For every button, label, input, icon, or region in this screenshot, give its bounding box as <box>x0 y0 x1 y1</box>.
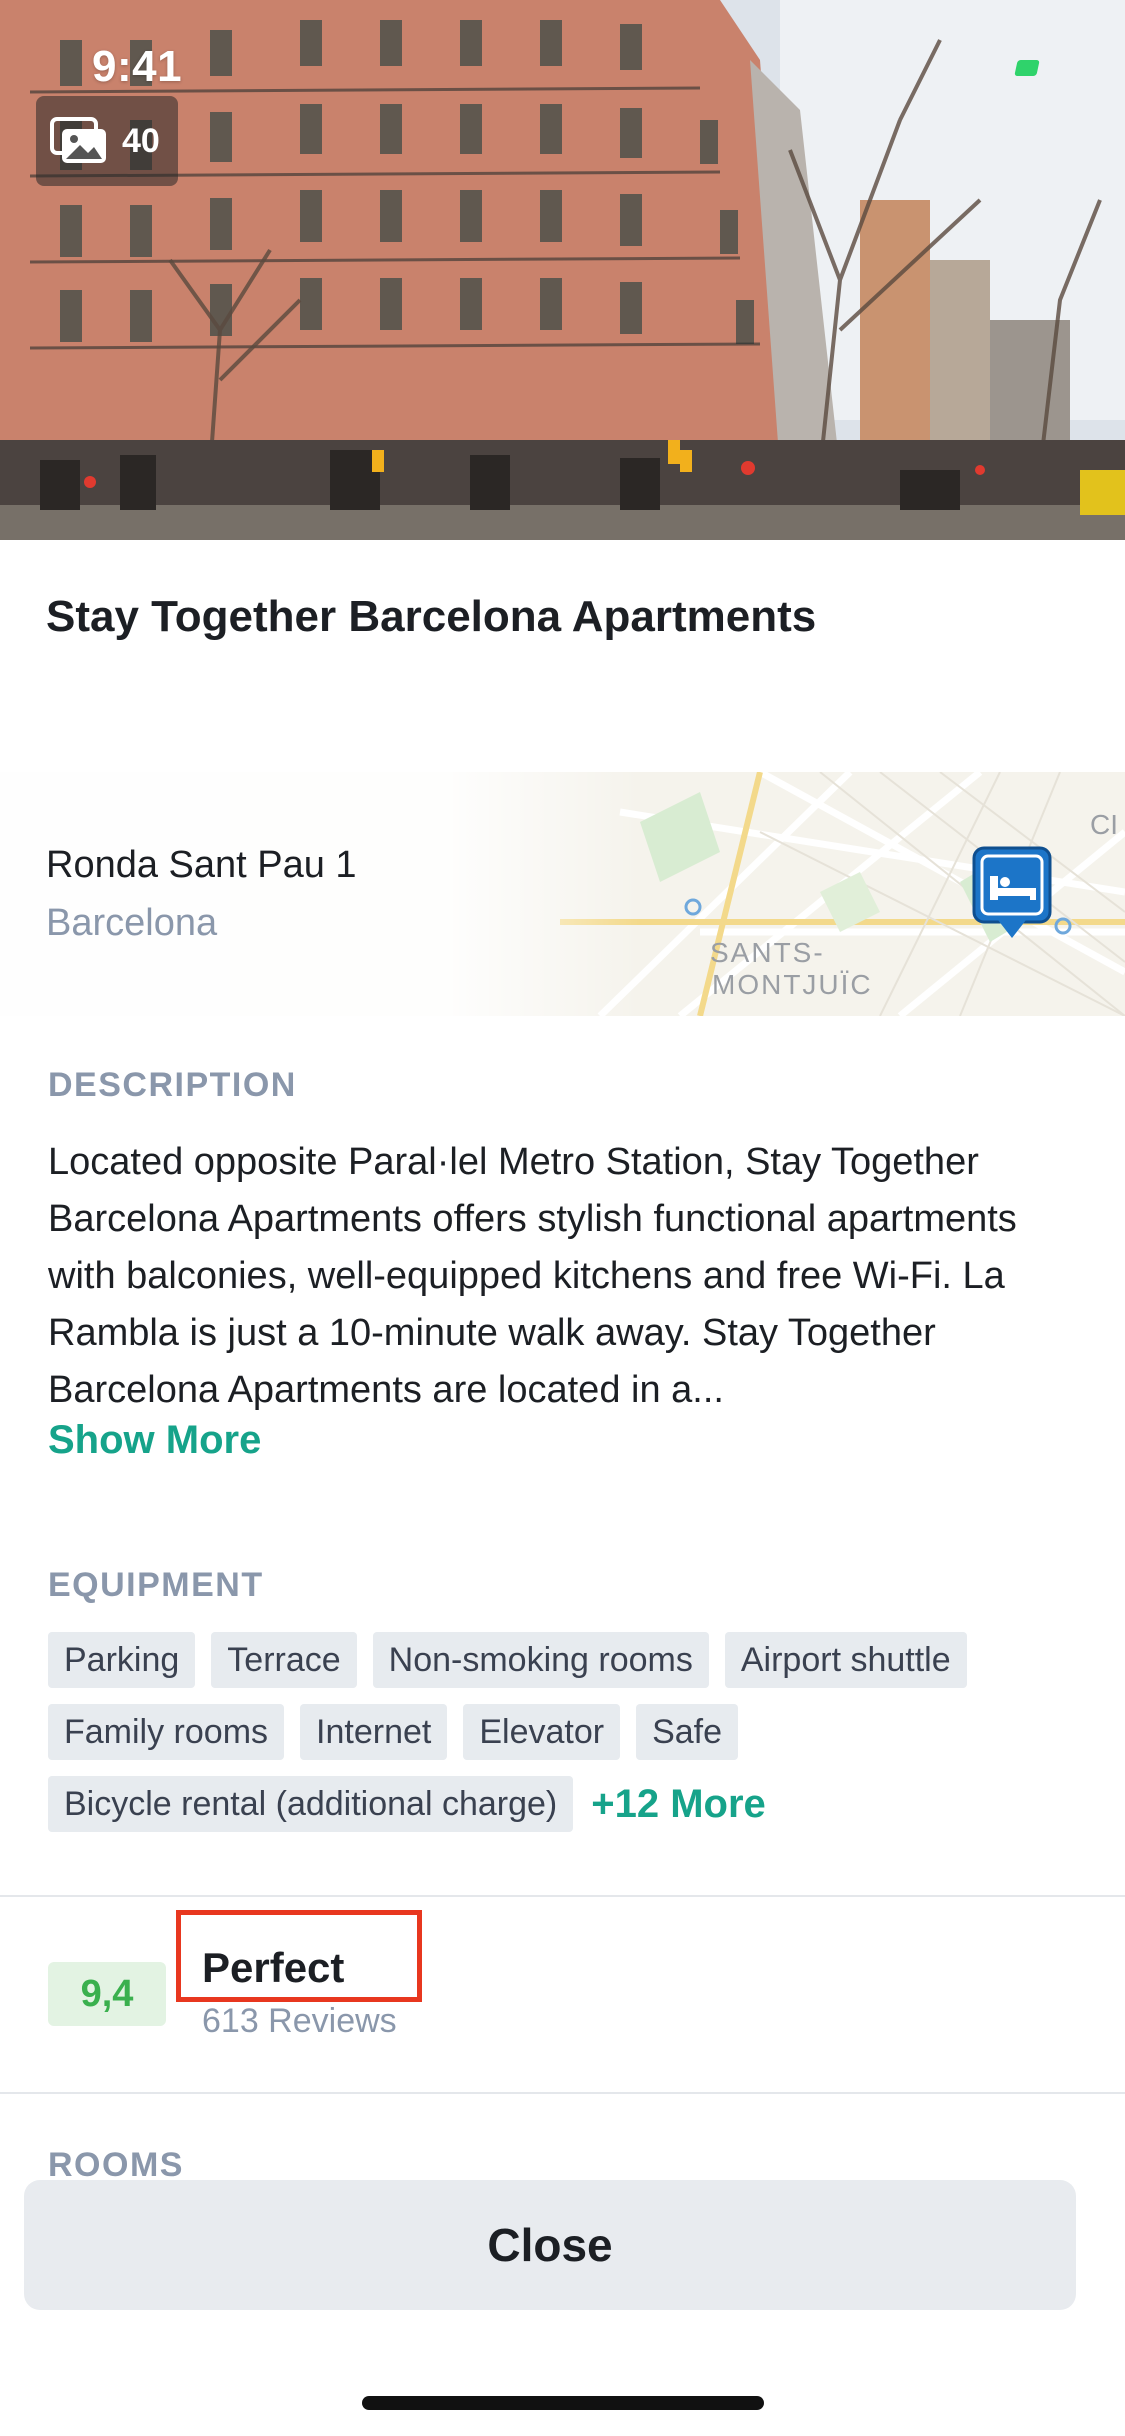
address-city: Barcelona <box>46 902 218 944</box>
bed-icon[interactable] <box>972 846 1052 940</box>
divider <box>0 2092 1125 2094</box>
equipment-chip: Elevator <box>463 1704 621 1760</box>
home-indicator <box>362 2396 764 2410</box>
map-fade-overlay <box>0 772 640 1016</box>
review-count[interactable]: 613 Reviews <box>202 2002 397 2041</box>
description-label: DESCRIPTION <box>48 1066 297 1104</box>
more-equipment-link[interactable]: +12 More <box>591 1782 766 1827</box>
equipment-list: Parking Terrace Non-smoking rooms Airpor… <box>48 1632 1088 1832</box>
photo-count-label: 40 <box>122 121 160 160</box>
equipment-chip: Safe <box>636 1704 739 1760</box>
hero-photo[interactable]: 9:41 40 <box>0 0 1125 540</box>
equipment-chip: Family rooms <box>48 1704 285 1760</box>
location-map[interactable]: SANTS- MONTJUÏC CI <box>0 772 1125 1016</box>
review-score-badge: 9,4 <box>48 1962 166 2026</box>
svg-text:SANTS-: SANTS- <box>710 937 825 968</box>
address-street: Ronda Sant Pau 1 <box>46 844 357 886</box>
listing-title: Stay Together Barcelona Apartments <box>46 592 817 641</box>
svg-text:MONTJUÏC: MONTJUÏC <box>712 969 873 1000</box>
equipment-chip: Internet <box>300 1704 448 1760</box>
equipment-chip: Bicycle rental (additional charge) <box>48 1776 574 1832</box>
equipment-chip: Terrace <box>211 1632 357 1688</box>
gallery-icon <box>50 117 106 163</box>
svg-text:CI: CI <box>1090 809 1118 840</box>
equipment-chip: Parking <box>48 1632 196 1688</box>
equipment-label: EQUIPMENT <box>48 1566 264 1604</box>
show-more-link[interactable]: Show More <box>48 1418 261 1463</box>
status-indicator <box>1014 60 1040 76</box>
highlight-box <box>176 1910 422 2002</box>
description-text: Located opposite Paral·lel Metro Station… <box>48 1141 1017 1411</box>
divider <box>0 1895 1125 1897</box>
equipment-chip: Airport shuttle <box>724 1632 967 1688</box>
photo-count-badge[interactable]: 40 <box>36 96 178 186</box>
equipment-chip: Non-smoking rooms <box>372 1632 709 1688</box>
close-button[interactable]: Close <box>24 2180 1076 2310</box>
status-bar-time: 9:41 <box>92 42 183 91</box>
